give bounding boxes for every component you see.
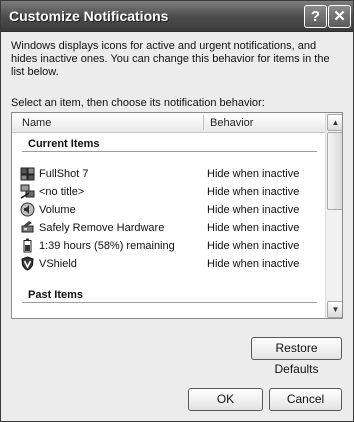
- camera-icon: [20, 167, 35, 181]
- network-icon: [20, 184, 35, 199]
- group-divider: [22, 302, 317, 303]
- arrow-up-icon: ▲: [331, 118, 340, 127]
- title-bar[interactable]: Customize Notifications ? ✕: [1, 1, 353, 32]
- column-divider[interactable]: [203, 115, 204, 130]
- item-name: Volume: [39, 204, 76, 216]
- column-header-name[interactable]: Name: [22, 117, 51, 129]
- group-header-past: Past Items: [12, 286, 325, 304]
- description-text: Windows displays icons for active and ur…: [11, 40, 330, 78]
- item-behavior[interactable]: Hide when inactive: [207, 186, 299, 198]
- hardware-icon: [21, 221, 34, 233]
- group-header-current: Current Items: [12, 135, 325, 153]
- speaker-icon: [20, 202, 35, 217]
- scroll-up-button[interactable]: ▲: [327, 114, 342, 131]
- group-divider: [22, 151, 317, 152]
- item-name: VShield: [39, 258, 77, 270]
- group-label-past: Past Items: [28, 289, 84, 301]
- scroll-thumb[interactable]: [327, 132, 342, 210]
- help-button[interactable]: ?: [304, 5, 327, 28]
- select-instruction: Select an item, then choose its notifica…: [11, 97, 265, 109]
- list-item-no-title[interactable]: <no title> Hide when inactive: [12, 183, 325, 201]
- group-label-current: Current Items: [28, 138, 100, 150]
- item-behavior[interactable]: Hide when inactive: [207, 240, 299, 252]
- customize-notifications-dialog: Customize Notifications ? ✕ Windows disp…: [0, 0, 354, 422]
- cancel-button[interactable]: Cancel: [269, 388, 342, 411]
- list-item-vshield[interactable]: VShield Hide when inactive: [12, 255, 325, 273]
- dialog-title: Customize Notifications: [9, 8, 169, 24]
- restore-defaults-button[interactable]: Restore Defaults: [251, 337, 342, 376]
- item-behavior[interactable]: Hide when inactive: [207, 204, 299, 216]
- shield-icon: [21, 256, 34, 271]
- list-scrollbar[interactable]: ▲ ▼: [325, 113, 342, 318]
- list-header: Name Behavior: [12, 113, 325, 133]
- item-name: Safely Remove Hardware: [39, 222, 165, 234]
- list-item-safely-remove-hardware[interactable]: Safely Remove Hardware Hide when inactiv…: [12, 219, 325, 237]
- list-item-battery[interactable]: 1:39 hours (58%) remaining Hide when ina…: [12, 237, 325, 255]
- help-icon: ?: [310, 8, 321, 25]
- list-item-volume[interactable]: Volume Hide when inactive: [12, 201, 325, 219]
- arrow-down-icon: ▼: [331, 305, 340, 314]
- scroll-down-button[interactable]: ▼: [327, 301, 342, 318]
- item-name: 1:39 hours (58%) remaining: [39, 240, 175, 252]
- close-button[interactable]: ✕: [328, 5, 351, 28]
- ok-button[interactable]: OK: [188, 388, 263, 411]
- close-icon: ✕: [333, 8, 346, 25]
- column-header-behavior[interactable]: Behavior: [210, 117, 253, 129]
- notification-list[interactable]: Name Behavior Current Items FullShot 7 H…: [11, 112, 343, 319]
- battery-icon: [23, 238, 32, 253]
- item-behavior[interactable]: Hide when inactive: [207, 168, 299, 180]
- item-name: <no title>: [39, 186, 85, 198]
- list-item-fullshot[interactable]: FullShot 7 Hide when inactive: [12, 165, 325, 183]
- item-behavior[interactable]: Hide when inactive: [207, 258, 299, 270]
- item-behavior[interactable]: Hide when inactive: [207, 222, 299, 234]
- item-name: FullShot 7: [39, 168, 89, 180]
